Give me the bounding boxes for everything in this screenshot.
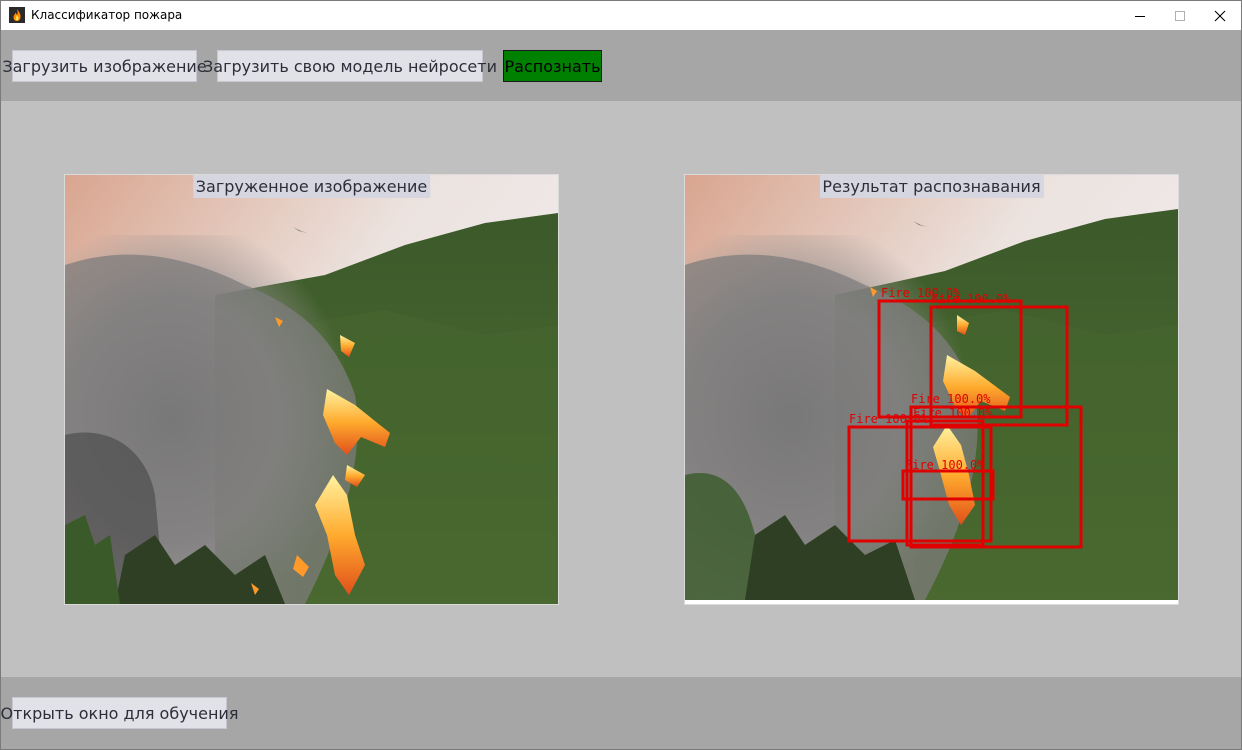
loaded-image-caption: Загруженное изображение [192,175,431,198]
bottom-bar: Открыть окно для обучения [1,677,1241,749]
detection-label: Fire 100.0% [913,406,993,420]
detection-label: Fire 100.0% [911,392,991,406]
toolbar: Загрузить изображение Загрузить свою мод… [1,30,1241,101]
result-caption: Результат распознавания [819,175,1044,198]
recognize-button[interactable]: Распознать [503,50,602,82]
result-panel: Результат распознавания Fire 100.0% Fire… [684,174,1179,605]
close-button[interactable] [1197,1,1241,30]
load-model-button[interactable]: Загрузить свою модель нейросети [203,50,497,82]
main-area: Загруженное изображение Результат распоз… [1,101,1241,677]
fire-icon [9,7,25,23]
detection-label: Fire 100.0% [905,458,985,472]
load-image-button[interactable]: Загрузить изображение [2,50,207,82]
title-bar[interactable]: Классификатор пожара [1,1,1241,30]
app-window: Классификатор пожара Загрузить изображен… [0,0,1242,750]
detection-label: Fire 100.0% [931,292,1011,306]
loaded-image [65,175,558,604]
open-training-window-button[interactable]: Открыть окно для обучения [1,697,238,729]
window-title: Классификатор пожара [31,8,183,22]
result-image: Fire 100.0% Fire 100.0% Fire 100.0% Fire… [685,175,1178,604]
minimize-icon [1135,15,1145,17]
loaded-image-panel: Загруженное изображение [64,174,559,605]
close-icon [1214,10,1226,21]
maximize-icon [1175,10,1185,21]
